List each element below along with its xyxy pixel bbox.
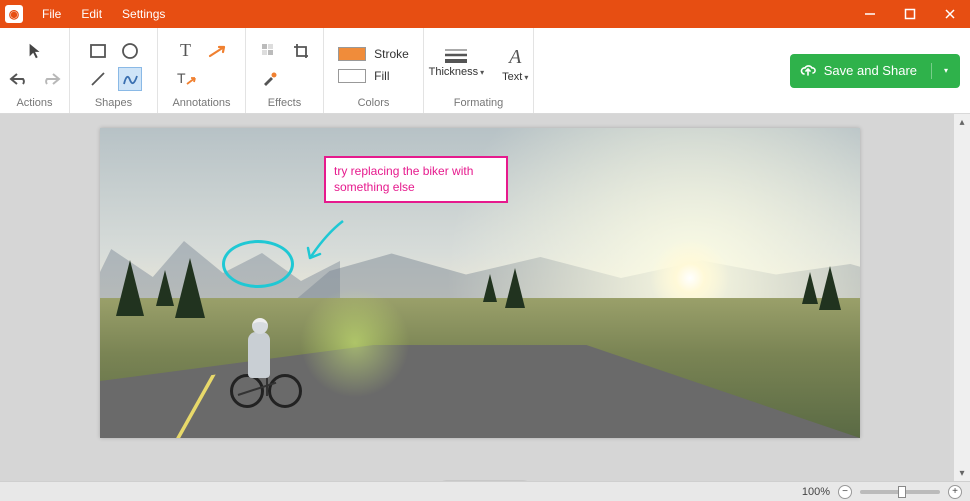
chevron-down-icon: ▾ [944,66,948,75]
group-formatting: Thickness▾ A Text▾ Formating [424,28,534,113]
svg-text:T: T [177,70,186,86]
redo-icon[interactable] [40,68,62,90]
fill-swatch[interactable] [338,69,366,83]
zoom-level: 100% [802,486,830,498]
arrow-tool-icon[interactable] [207,40,229,62]
menu-file[interactable]: File [34,4,69,24]
save-area: Save and Share ▾ [790,28,970,113]
group-label: Annotations [172,97,230,111]
workspace: try replacing the biker with something e… [0,114,970,501]
group-label: Actions [16,97,52,111]
menu-edit[interactable]: Edit [73,4,110,24]
undo-icon[interactable] [8,68,30,90]
save-dropdown[interactable]: ▾ [932,66,960,75]
text-format-dropdown[interactable]: A Text▾ [502,46,528,83]
annotation-arrow[interactable] [298,216,348,266]
main-menu: File Edit Settings [34,4,173,24]
ellipse-tool-icon[interactable] [119,40,141,62]
stroke-color-row[interactable]: Stroke [338,47,409,61]
select-tool-icon[interactable] [24,40,46,62]
titlebar: ◉ File Edit Settings [0,0,970,28]
save-and-share-button[interactable]: Save and Share ▾ [790,54,960,88]
text-arrow-tool-icon[interactable]: T [175,68,197,90]
zoom-out-button[interactable]: − [838,485,852,499]
group-label: Shapes [95,97,132,111]
annotation-ellipse[interactable] [222,240,294,288]
group-actions: Actions [0,28,70,113]
fill-label: Fill [374,69,389,83]
zoom-slider-thumb[interactable] [898,486,906,498]
scroll-down-icon[interactable]: ▾ [954,465,970,481]
text-tool-icon[interactable]: T [175,40,197,62]
stroke-label: Stroke [374,47,409,61]
maximize-button[interactable] [890,0,930,28]
thickness-icon [443,46,469,64]
minimize-button[interactable] [850,0,890,28]
curve-tool-icon[interactable] [119,68,141,90]
group-label: Colors [358,97,390,111]
thickness-dropdown[interactable]: Thickness▾ [429,46,485,83]
group-shapes: Shapes [70,28,158,113]
app-icon: ◉ [0,0,28,28]
camera-icon: ◉ [5,5,23,23]
color-picker-tool-icon[interactable] [258,68,280,90]
rectangle-tool-icon[interactable] [87,40,109,62]
annotation-text-box[interactable]: try replacing the biker with something e… [324,156,508,203]
pixelate-tool-icon[interactable] [258,40,280,62]
group-effects: Effects [246,28,324,113]
zoom-in-button[interactable]: + [948,485,962,499]
group-label: Formating [454,97,504,111]
window-controls [850,0,970,28]
close-button[interactable] [930,0,970,28]
group-colors: Stroke Fill Colors [324,28,424,113]
status-bar: 100% − + [0,481,970,501]
chevron-down-icon: ▾ [524,73,528,82]
line-tool-icon[interactable] [87,68,109,90]
stroke-swatch[interactable] [338,47,366,61]
zoom-slider[interactable] [860,490,940,494]
cloud-upload-icon [800,63,816,79]
fill-color-row[interactable]: Fill [338,69,389,83]
biker-figure [230,288,300,408]
scroll-up-icon[interactable]: ▴ [954,114,970,130]
ribbon: Actions Shapes T T Annotations [0,28,970,114]
group-annotations: T T Annotations [158,28,246,113]
crop-tool-icon[interactable] [290,40,312,62]
save-label: Save and Share [824,63,917,78]
text-format-icon: A [509,46,521,69]
chevron-down-icon: ▾ [480,68,484,77]
group-label: Effects [268,97,301,111]
vertical-scrollbar[interactable]: ▴ ▾ [954,114,970,481]
menu-settings[interactable]: Settings [114,4,173,24]
canvas[interactable]: try replacing the biker with something e… [100,128,860,438]
